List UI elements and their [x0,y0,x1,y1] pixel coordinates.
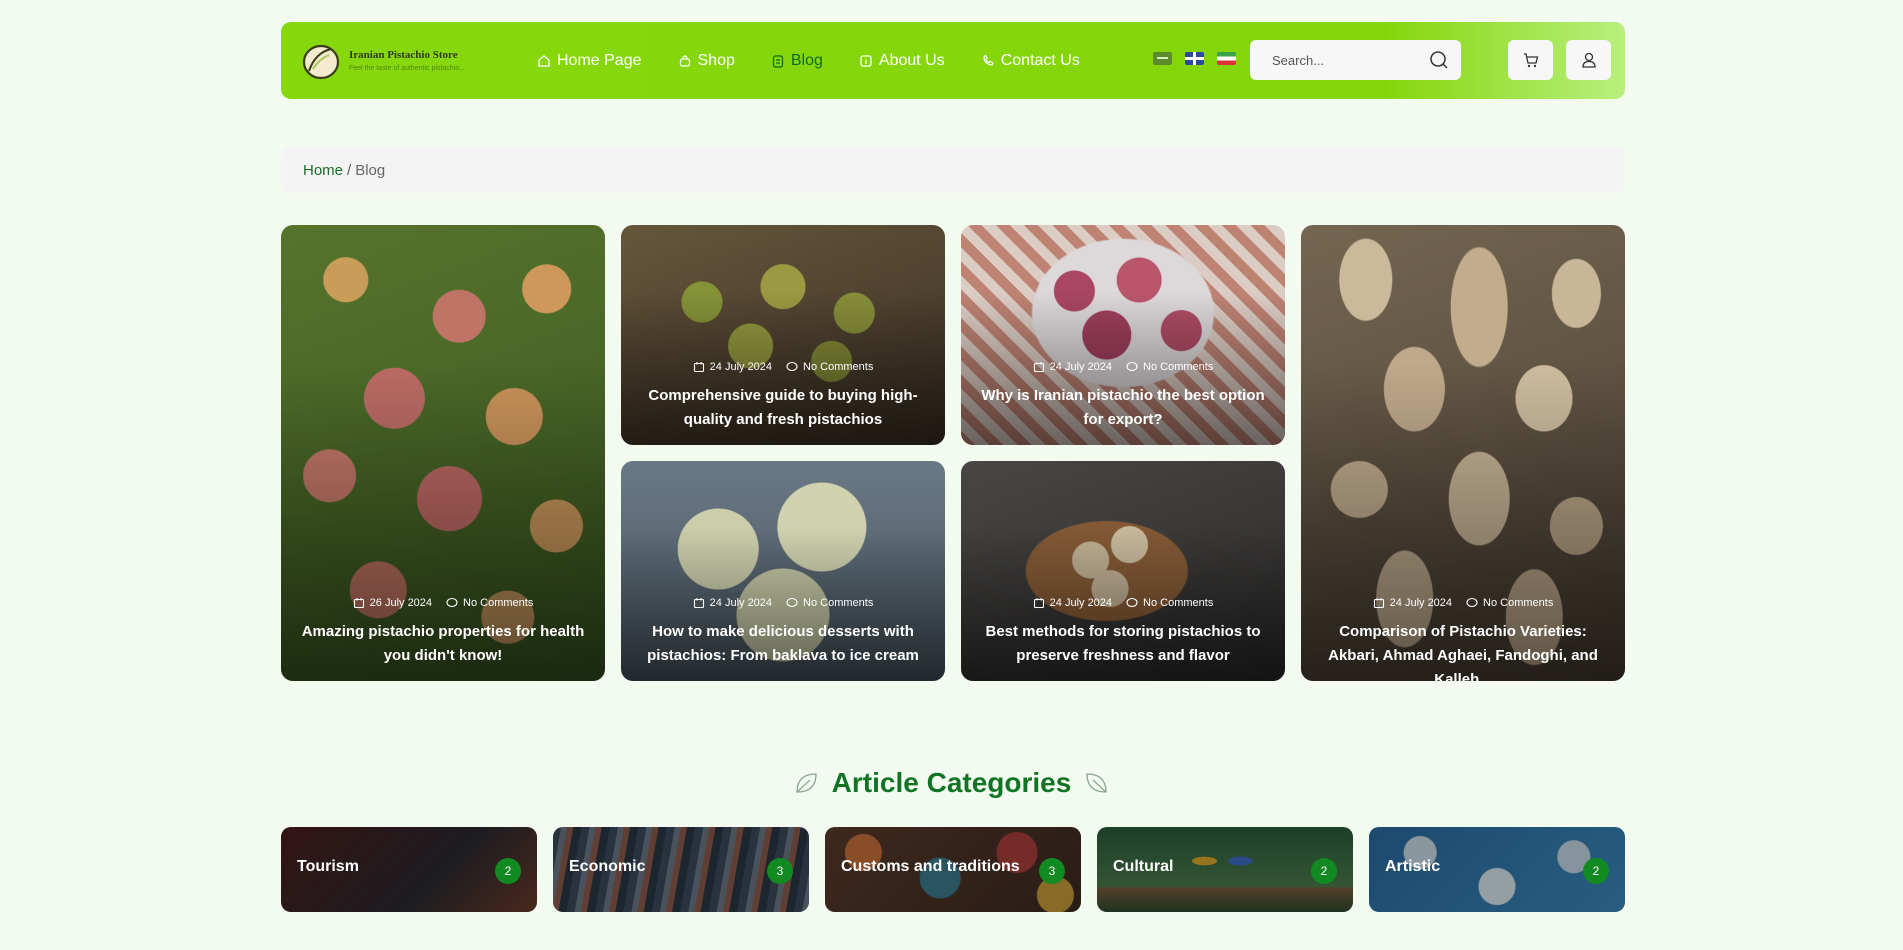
uk-flag-icon[interactable] [1185,52,1204,65]
comment-icon [786,361,798,372]
post-meta: 26 July 2024 No Comments [281,597,605,609]
search-icon[interactable] [1429,50,1449,70]
category-name: Customs and traditions [841,858,1020,875]
calendar-icon [1033,362,1044,373]
saudi-flag-icon[interactable] [1153,52,1172,65]
post-title[interactable]: Comparison of Pistachio Varieties: Akbar… [1313,620,1613,681]
category-name: Tourism [297,858,359,875]
main-nav: Home Page Shop Blog About Us Contact Us [537,52,1116,70]
user-icon [1581,52,1596,68]
category-card-artistic[interactable]: Artistic 2 [1369,827,1625,912]
nav-blog-label: Blog [790,51,823,69]
post-comments[interactable]: No Comments [1143,361,1213,373]
info-icon [860,54,872,67]
nav-home[interactable]: Home Page [537,52,642,70]
blog-post-card[interactable]: 24 July 2024 No Comments How to make del… [621,461,945,681]
cart-icon [1523,53,1538,68]
blog-post-card[interactable]: 24 July 2024 No Comments Why is Iranian … [961,225,1285,445]
post-date: 24 July 2024 [709,597,773,609]
post-comments[interactable]: No Comments [803,597,873,609]
post-title[interactable]: Why is Iranian pistachio the best option… [973,384,1273,432]
post-date: 26 July 2024 [369,597,433,609]
post-comments[interactable]: No Comments [463,597,533,609]
category-card-customs[interactable]: Customs and traditions 3 [825,827,1081,912]
post-date: 24 July 2024 [1389,597,1453,609]
nav-contact-label: Contact Us [1000,51,1080,69]
post-comments[interactable]: No Comments [803,361,873,373]
leaf-icon [1086,773,1107,793]
post-meta: 24 July 2024 No Comments [621,361,945,373]
categories-title: Article Categories [831,767,1072,798]
shop-bag-icon [679,54,690,67]
blog-post-card[interactable]: 24 July 2024 No Comments Best methods fo… [961,461,1285,681]
blog-post-card[interactable]: 24 July 2024 No Comments Comprehensive g… [621,225,945,445]
post-comments[interactable]: No Comments [1143,597,1213,609]
breadcrumb-current: Blog [355,161,386,179]
search-input[interactable] [1272,52,1422,68]
iran-flag-icon[interactable] [1217,52,1236,65]
nav-shop-label: Shop [697,51,735,69]
post-overlay [1301,225,1625,681]
home-icon [538,54,550,67]
calendar-icon [1373,598,1384,609]
category-count-badge: 3 [1039,858,1065,884]
post-meta: 24 July 2024 No Comments [1301,597,1625,609]
category-count-badge: 2 [1583,858,1609,884]
category-count-badge: 2 [495,858,521,884]
category-card-cultural[interactable]: Cultural 2 [1097,827,1353,912]
calendar-icon [353,598,364,609]
nav-about-label: About Us [878,51,945,69]
comment-icon [1126,361,1138,372]
categories-heading: Article Categories [0,767,1903,799]
nav-blog[interactable]: Blog [771,52,823,70]
blog-icon [772,54,784,68]
breadcrumb-home-link[interactable]: Home [303,162,343,179]
post-meta: 24 July 2024 No Comments [961,597,1285,609]
blog-post-card[interactable]: 24 July 2024 No Comments Comparison of P… [1301,225,1625,681]
post-title[interactable]: Best methods for storing pistachios to p… [973,620,1273,668]
logo-subtitle: Feel the taste of authentic pistachio... [349,65,465,72]
category-count-badge: 2 [1311,858,1337,884]
search-box [1250,40,1461,80]
site-logo[interactable]: Iranian Pistachio Store Feel the taste o… [301,41,501,81]
site-header: Iranian Pistachio Store Feel the taste o… [281,22,1625,99]
category-name: Artistic [1385,858,1441,875]
breadcrumb: Home / Blog [281,147,1625,193]
post-title[interactable]: How to make delicious desserts with pist… [633,620,933,668]
category-name: Cultural [1113,858,1174,875]
category-card-economic[interactable]: Economic 3 [553,827,809,912]
comment-icon [786,597,798,608]
calendar-icon [1033,598,1044,609]
language-switcher [1153,52,1236,65]
calendar-icon [693,362,704,373]
calendar-icon [693,598,704,609]
pistachio-logo-icon [302,44,340,79]
post-meta: 24 July 2024 No Comments [961,361,1285,373]
nav-home-label: Home Page [557,51,642,69]
post-date: 24 July 2024 [1049,361,1113,373]
comment-icon [1126,597,1138,608]
nav-shop[interactable]: Shop [678,52,735,70]
nav-contact[interactable]: Contact Us [981,52,1080,70]
account-button[interactable] [1566,40,1611,80]
comment-icon [446,597,458,608]
comment-icon [1466,597,1478,608]
post-overlay [281,225,605,681]
post-title[interactable]: Amazing pistachio properties for health … [293,620,593,668]
post-meta: 24 July 2024 No Comments [621,597,945,609]
leaf-icon [796,773,817,793]
blog-post-card[interactable]: 26 July 2024 No Comments Amazing pistach… [281,225,605,681]
post-date: 24 July 2024 [1049,597,1113,609]
post-title[interactable]: Comprehensive guide to buying high-quali… [633,384,933,432]
category-name: Economic [569,858,646,875]
breadcrumb-separator: / [347,161,352,179]
phone-icon [983,54,994,66]
category-count-badge: 3 [767,858,793,884]
nav-about[interactable]: About Us [859,52,945,70]
post-comments[interactable]: No Comments [1483,597,1553,609]
cart-button[interactable] [1508,40,1553,80]
category-card-tourism[interactable]: Tourism 2 [281,827,537,912]
post-date: 24 July 2024 [709,361,773,373]
logo-title: Iranian Pistachio Store [349,49,458,61]
